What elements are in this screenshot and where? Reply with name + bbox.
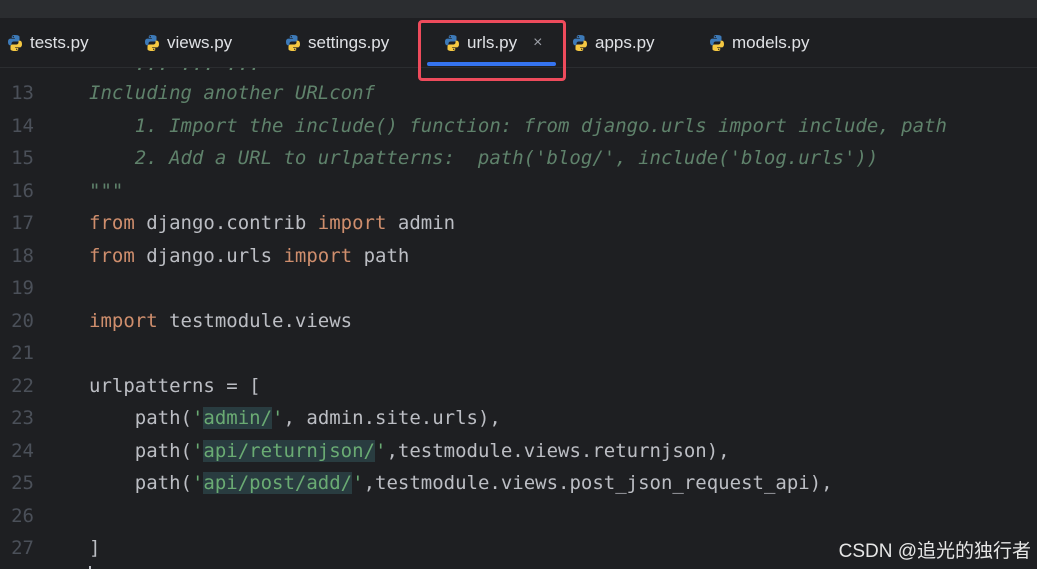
code-token: django.urls xyxy=(134,244,284,267)
code-token: urlpatterns = [ xyxy=(89,374,261,397)
line-number: 26 xyxy=(11,504,34,527)
code-line: 21 xyxy=(0,337,1037,369)
code-token: path( xyxy=(89,472,192,494)
code-text: import testmodule.views xyxy=(89,305,352,337)
code-token: ] xyxy=(89,537,101,559)
line-number: 22 xyxy=(11,374,34,397)
code-token: from xyxy=(89,212,135,234)
tab-views-py[interactable]: views.py xyxy=(143,18,232,67)
line-number: 18 xyxy=(11,244,34,267)
code-text: 1. Import the include() function: from d… xyxy=(89,110,947,142)
code-text: ] xyxy=(89,532,100,564)
python-icon xyxy=(8,34,22,51)
code-token: import xyxy=(89,309,158,332)
line-number: 15 xyxy=(11,147,34,169)
code-editor[interactable]: ... ... ... 13Including another URLconf1… xyxy=(0,68,1037,569)
code-token: Including another URLconf xyxy=(89,82,375,104)
code-token: path( xyxy=(89,439,192,462)
code-token: ' xyxy=(191,472,204,494)
tab-label: apps.py xyxy=(595,32,655,52)
code-token: from xyxy=(89,244,135,267)
code-token: ' xyxy=(272,407,284,429)
code-text: path('api/post/add/',testmodule.views.po… xyxy=(89,467,833,499)
code-token: import xyxy=(317,212,387,234)
code-text: path('admin/', admin.site.urls), xyxy=(89,402,501,434)
line-number: 13 xyxy=(11,82,34,104)
code-token: ' xyxy=(191,407,204,429)
line-number: 20 xyxy=(11,309,34,332)
code-text: from django.contrib import admin xyxy=(89,207,455,239)
code-line: 26 xyxy=(0,500,1037,532)
active-tab-underline xyxy=(427,62,557,66)
code-token: ' xyxy=(375,439,387,462)
code-text: urlpatterns = [ xyxy=(89,370,261,402)
tab-label: settings.py xyxy=(308,32,390,52)
code-token: ' xyxy=(352,472,364,494)
python-icon xyxy=(145,34,159,51)
tab-urls-py[interactable]: urls.py × xyxy=(427,18,557,67)
code-token: ' xyxy=(191,439,204,462)
code-token: 1. Import the include() function: from d… xyxy=(89,114,947,137)
line-number: 14 xyxy=(11,114,34,137)
editor-tab-bar: tests.py views.py settings.py urls.py × apps.… xyxy=(0,18,1037,68)
python-icon xyxy=(286,34,300,51)
code-token: api/post/add/ xyxy=(203,472,353,494)
tab-tests-py[interactable]: tests.py xyxy=(6,18,89,67)
watermark: CSDN @追光的独行者 xyxy=(838,541,1031,562)
code-line: 16 """ xyxy=(0,175,1037,207)
code-token: , admin.site.urls), xyxy=(283,407,501,429)
code-line: 22 urlpatterns = [ xyxy=(0,370,1037,402)
line-number: 24 xyxy=(11,439,34,462)
close-tab-icon[interactable]: × xyxy=(533,34,542,52)
line-number: 16 xyxy=(11,179,34,202)
code-line: 25 path('api/post/add/',testmodule.views… xyxy=(0,467,1037,499)
code-line: 19 xyxy=(0,272,1037,304)
line-number: 23 xyxy=(11,407,34,429)
code-token: admin xyxy=(386,212,456,234)
tab-models-py[interactable]: models.py xyxy=(708,18,809,67)
line-number: 27 xyxy=(11,537,34,559)
tab-label: urls.py xyxy=(467,32,518,52)
tab-label: tests.py xyxy=(30,32,89,52)
code-line: 23 path('admin/', admin.site.urls), xyxy=(0,402,1037,434)
python-icon xyxy=(710,34,724,51)
code-text: path('api/returnjson/',testmodule.views.… xyxy=(89,435,730,467)
code-line: 24 path('api/returnjson/',testmodule.vie… xyxy=(0,435,1037,467)
code-token: api/returnjson/ xyxy=(203,439,375,462)
python-icon xyxy=(573,34,587,51)
line-number: 19 xyxy=(11,277,34,299)
code-token: ,testmodule.views.returnjson), xyxy=(386,439,730,462)
code-line: 18 from django.urls import path xyxy=(0,240,1037,272)
code-text: from django.urls import path xyxy=(89,240,409,272)
code-line: 15 2. Add a URL to urlpatterns: path('bl… xyxy=(0,142,1037,174)
code-token: 2. Add a URL to urlpatterns: path('blog/… xyxy=(89,147,879,169)
code-text: Including another URLconf xyxy=(89,77,375,109)
code-token: import xyxy=(283,244,353,267)
code-token: path( xyxy=(89,407,192,429)
line-number: 25 xyxy=(11,472,34,494)
code-token: path xyxy=(352,244,410,267)
code-line: 14 1. Import the include() function: fro… xyxy=(0,110,1037,142)
code-line: 17 from django.contrib import admin xyxy=(0,207,1037,239)
line-number: 17 xyxy=(11,212,34,234)
python-icon xyxy=(445,34,459,51)
line-number: 21 xyxy=(11,342,34,364)
code-token: ,testmodule.views.post_json_request_api)… xyxy=(363,472,833,494)
code-line: 20 import testmodule.views xyxy=(0,305,1037,337)
tab-label: views.py xyxy=(167,32,233,52)
code-line: 13 Including another URLconf xyxy=(0,77,1037,109)
code-text: 2. Add a URL to urlpatterns: path('blog/… xyxy=(89,142,879,174)
code-token: django.contrib xyxy=(134,212,318,234)
tab-label: models.py xyxy=(732,32,810,52)
code-token: """ xyxy=(89,179,124,202)
window-top-strip xyxy=(0,0,1037,18)
tab-apps-py[interactable]: apps.py xyxy=(571,18,655,67)
code-text: """ xyxy=(89,175,123,207)
code-token: admin/ xyxy=(203,407,273,429)
code-token: testmodule.views xyxy=(157,309,353,332)
tab-settings-py[interactable]: settings.py xyxy=(284,18,389,67)
